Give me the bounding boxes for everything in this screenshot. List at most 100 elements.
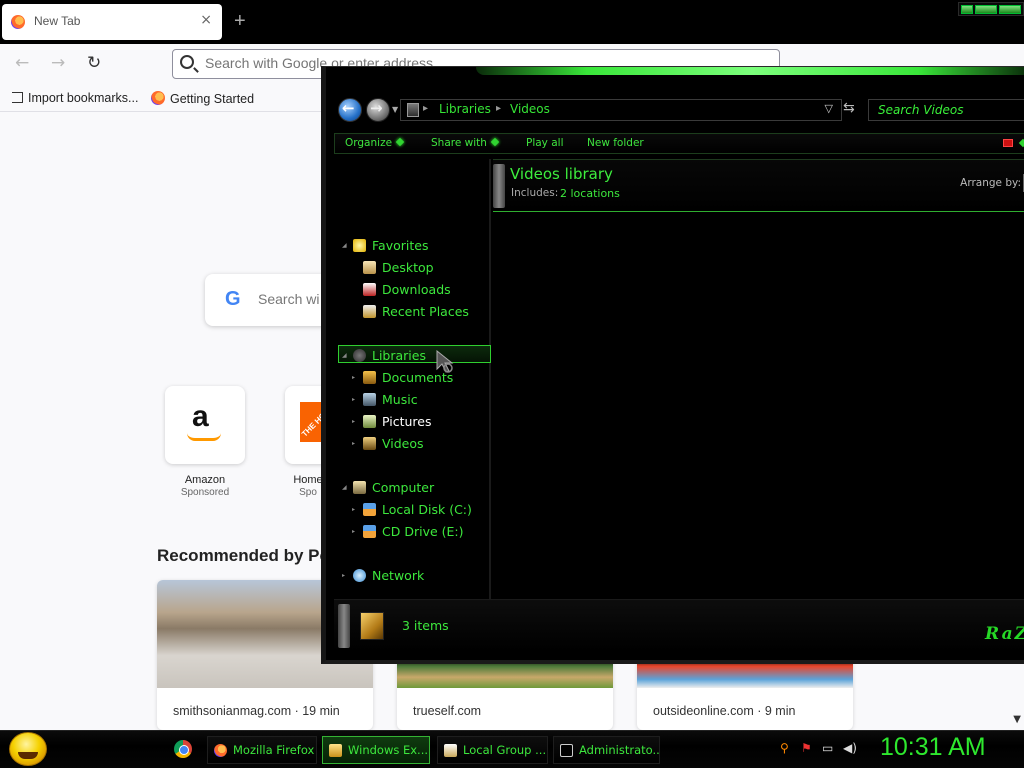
story-source: smithsonianmag.com · 19 min bbox=[173, 704, 340, 718]
close-window-button[interactable] bbox=[999, 5, 1021, 14]
explorer-window: ▼ ▸ Libraries ▸ Videos ▽ ⇆ Search Videos… bbox=[321, 66, 1024, 664]
recent-places-icon bbox=[363, 305, 376, 318]
includes-locations-link[interactable]: 2 locations bbox=[560, 187, 620, 200]
header-grip bbox=[493, 164, 505, 208]
back-button[interactable]: ← bbox=[15, 53, 29, 73]
cmd-icon bbox=[560, 744, 573, 757]
expand-arrow-icon: ◢ bbox=[342, 484, 347, 491]
videos-icon bbox=[363, 437, 376, 450]
expand-arrow-icon: ▸ bbox=[342, 572, 346, 579]
import-icon bbox=[12, 92, 23, 103]
libraries-icon bbox=[353, 349, 366, 362]
search-tray-icon[interactable]: ⚲ bbox=[780, 741, 789, 755]
recommended-heading: Recommended by Po bbox=[157, 546, 330, 565]
arrange-by-label: Arrange by: bbox=[960, 177, 1021, 189]
expand-arrow-icon: ▸ bbox=[352, 506, 356, 513]
chrome-icon[interactable] bbox=[174, 740, 192, 758]
documents-icon bbox=[363, 371, 376, 384]
google-logo-icon: G bbox=[225, 288, 241, 310]
new-folder-button[interactable]: New folder bbox=[587, 137, 644, 149]
forward-button[interactable]: → bbox=[51, 53, 65, 73]
expand-arrow-icon: ◢ bbox=[342, 352, 347, 359]
top-site-label: Amazon bbox=[184, 474, 226, 486]
command-bar: Organize Share with Play all New folder bbox=[334, 133, 1024, 154]
firefox-icon bbox=[151, 91, 165, 105]
bookmark-getting-started[interactable]: Getting Started bbox=[151, 91, 254, 106]
share-with-button[interactable]: Share with bbox=[431, 137, 500, 149]
details-pane: 3 items RaZ bbox=[334, 599, 1024, 651]
dropdown-diamond-icon bbox=[395, 137, 405, 147]
desktop-icon bbox=[363, 261, 376, 274]
new-tab-button[interactable]: + bbox=[234, 9, 246, 33]
bookmark-import[interactable]: Import bookmarks... bbox=[12, 91, 138, 105]
network-tray-icon[interactable]: ▭ bbox=[822, 741, 833, 755]
star-icon bbox=[353, 239, 366, 252]
local-disk-icon bbox=[363, 503, 376, 516]
expand-arrow-icon: ▸ bbox=[352, 374, 356, 381]
computer-icon bbox=[353, 481, 366, 494]
details-grip bbox=[338, 604, 350, 648]
amazon-smile-icon bbox=[187, 433, 221, 441]
top-site-sponsored: Sponsored bbox=[180, 487, 230, 498]
organize-button[interactable]: Organize bbox=[345, 137, 405, 149]
expand-arrow-icon: ◢ bbox=[342, 242, 347, 249]
start-button[interactable] bbox=[9, 732, 47, 766]
firefox-icon bbox=[11, 15, 25, 29]
reload-button[interactable]: ↻ bbox=[87, 53, 101, 73]
chevron-right-icon: ▸ bbox=[496, 103, 502, 114]
dropdown-diamond-icon[interactable] bbox=[1018, 138, 1024, 148]
address-bar[interactable]: ▸ Libraries ▸ Videos ▽ bbox=[400, 99, 842, 121]
view-options-icon[interactable] bbox=[1003, 139, 1013, 147]
search-icon bbox=[180, 55, 194, 69]
taskbar-button-administrator[interactable]: Administrato... bbox=[553, 736, 660, 764]
library-header: Videos library Includes: 2 locations Arr… bbox=[493, 159, 1024, 212]
search-placeholder: Search Videos bbox=[878, 103, 964, 117]
volume-icon[interactable]: ◀) bbox=[843, 741, 857, 755]
theme-logo: RaZ bbox=[985, 624, 1024, 644]
taskbar-button-windows-explorer[interactable]: Windows Ex... bbox=[322, 736, 430, 764]
folder-icon bbox=[329, 744, 342, 757]
mouse-cursor-icon bbox=[436, 350, 454, 373]
pictures-icon bbox=[363, 415, 376, 428]
library-icon bbox=[407, 103, 419, 117]
address-dropdown-icon[interactable]: ▽ bbox=[825, 102, 833, 115]
chevron-right-icon: ▸ bbox=[423, 103, 429, 114]
back-button[interactable] bbox=[338, 98, 362, 122]
taskbar-button-local-group-policy[interactable]: Local Group ... bbox=[437, 736, 548, 764]
videos-library-icon bbox=[360, 612, 384, 640]
file-list-area[interactable] bbox=[493, 213, 1024, 597]
play-all-button[interactable]: Play all bbox=[526, 137, 564, 149]
top-site-home-depot[interactable]: THE HOME bbox=[285, 386, 330, 464]
search-box[interactable]: Search Videos bbox=[868, 99, 1024, 121]
top-site-amazon[interactable]: a bbox=[165, 386, 245, 464]
title-bar-glow bbox=[476, 67, 1024, 75]
tab-title: New Tab bbox=[34, 14, 81, 28]
recent-pages-dropdown-icon[interactable]: ▼ bbox=[392, 105, 398, 114]
music-icon bbox=[363, 393, 376, 406]
story-source: trueself.com bbox=[413, 704, 482, 718]
dropdown-diamond-icon bbox=[490, 137, 500, 147]
clock[interactable]: 10:31 AM bbox=[880, 733, 986, 762]
google-search-placeholder: Search wi bbox=[258, 291, 320, 307]
taskbar-button-firefox[interactable]: Mozilla Firefox bbox=[207, 736, 317, 764]
item-count: 3 items bbox=[402, 618, 449, 633]
minimize-button[interactable] bbox=[961, 5, 973, 14]
scroll-down-arrow-icon[interactable]: ▼ bbox=[1013, 714, 1021, 725]
maximize-button[interactable] bbox=[975, 5, 997, 14]
refresh-icon[interactable]: ⇆ bbox=[843, 100, 855, 116]
breadcrumb-libraries[interactable]: Libraries bbox=[439, 102, 491, 116]
window-controls[interactable] bbox=[958, 2, 1024, 16]
network-icon bbox=[353, 569, 366, 582]
action-center-flag-icon[interactable]: ⚑ bbox=[801, 741, 812, 755]
library-title: Videos library bbox=[510, 165, 613, 183]
breadcrumb-videos[interactable]: Videos bbox=[510, 102, 550, 116]
forward-button[interactable] bbox=[366, 98, 390, 122]
expand-arrow-icon: ▸ bbox=[352, 528, 356, 535]
expand-arrow-icon: ▸ bbox=[352, 440, 356, 447]
navigation-pane: ◢ Favorites Desktop Downloads Recent Pla… bbox=[334, 159, 491, 599]
close-tab-icon[interactable]: × bbox=[200, 12, 212, 28]
tab-new-tab[interactable]: New Tab × bbox=[2, 4, 222, 40]
story-source: outsideonline.com · 9 min bbox=[653, 704, 796, 718]
downloads-icon bbox=[363, 283, 376, 296]
expand-arrow-icon: ▸ bbox=[352, 396, 356, 403]
